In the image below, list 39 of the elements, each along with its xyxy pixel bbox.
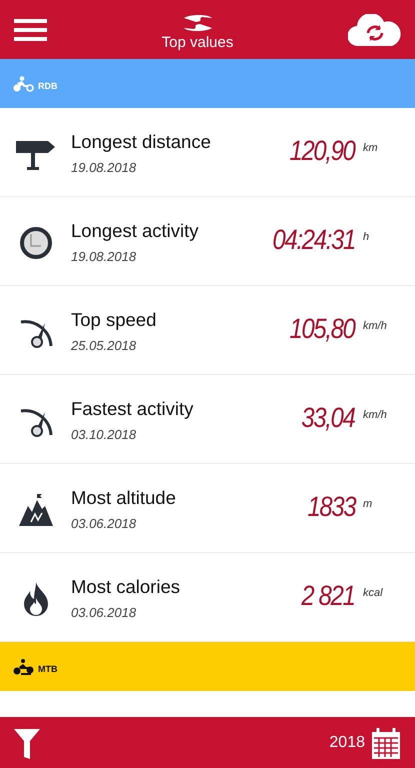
record-title: Fastest activity <box>71 398 194 420</box>
record-value: 04:24:31 <box>272 224 355 256</box>
filter-icon[interactable] <box>14 726 40 758</box>
cloud-sync-icon[interactable] <box>348 14 402 46</box>
unit-label: m <box>363 498 372 510</box>
record-date: 25.05.2018 <box>71 338 138 353</box>
mountain-icon <box>18 494 52 526</box>
record-value: 120,90 <box>290 135 355 167</box>
sport-header[interactable]: MTB <box>0 642 415 691</box>
record-date: 03.10.2018 <box>71 427 138 442</box>
record-value: 33,04 <box>302 402 355 434</box>
record-date: 03.06.2018 <box>71 605 138 620</box>
record-title: Most altitude <box>71 487 177 509</box>
record-title: Most calories <box>71 576 181 598</box>
unit-label: h <box>363 231 370 243</box>
clock-icon <box>18 226 52 260</box>
record-date: 19.08.2018 <box>71 160 138 175</box>
cyclist-icon <box>13 76 35 92</box>
sport-label: RDB <box>38 80 58 90</box>
record-value: 105,80 <box>290 313 355 345</box>
record-date: 19.08.2018 <box>71 249 138 264</box>
record-date: 03.06.2018 <box>71 516 138 531</box>
record-value: 2 821 <box>302 580 355 612</box>
record-title: Longest distance <box>71 131 212 153</box>
record-title: Top speed <box>71 309 158 331</box>
record-title: Longest activity <box>71 220 200 242</box>
unit-label: km <box>363 142 378 154</box>
unit-label: kcal <box>363 587 383 599</box>
logo-icon <box>182 14 214 30</box>
screen-title: Top values <box>162 34 234 50</box>
year-label[interactable]: 2018 <box>329 734 365 752</box>
unit-label: km/h <box>363 409 387 421</box>
calendar-icon[interactable] <box>371 726 401 758</box>
unit-label: km/h <box>363 320 387 332</box>
mountain-biker-icon <box>13 658 35 674</box>
sport-label: MTB <box>38 662 58 674</box>
menu-icon[interactable] <box>14 18 47 42</box>
flame-icon <box>22 582 50 616</box>
record-value: 1833 <box>307 491 355 523</box>
